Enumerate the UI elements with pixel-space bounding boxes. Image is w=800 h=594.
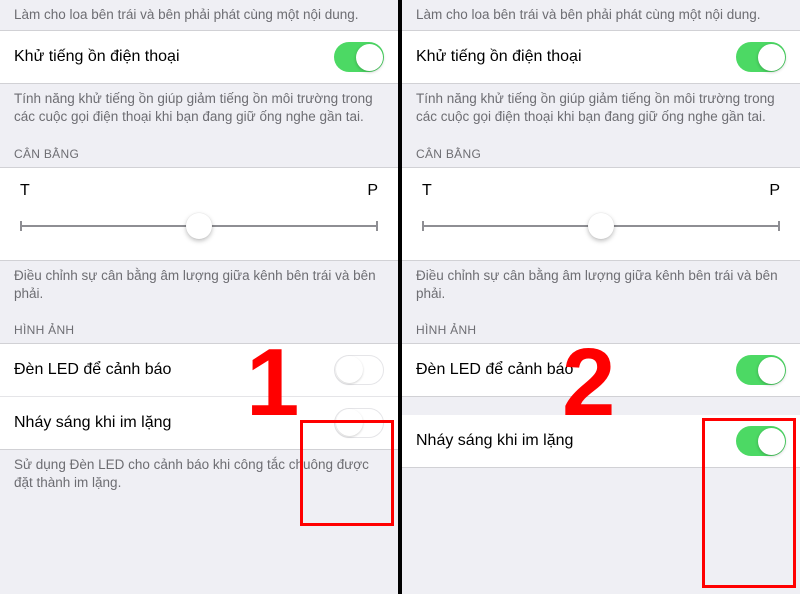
noise-cancel-label: Khử tiếng ồn điện thoại [14,48,180,66]
flash-silent-label: Nháy sáng khi im lặng [14,414,171,432]
balance-slider[interactable] [20,214,378,238]
balance-slider-thumb[interactable] [186,213,212,239]
balance-left-label: T [422,182,432,200]
panel-before: Làm cho loa bên trái và bên phải phát cù… [0,0,400,594]
led-alert-toggle[interactable] [334,355,384,385]
flash-silent-toggle[interactable] [334,408,384,438]
mono-audio-footer: Làm cho loa bên trái và bên phải phát cù… [402,0,800,30]
noise-cancel-row[interactable]: Khử tiếng ồn điện thoại [402,30,800,84]
noise-cancel-label: Khử tiếng ồn điện thoại [416,48,582,66]
led-alert-row[interactable]: Đèn LED để cảnh báo [0,343,398,396]
led-alert-row[interactable]: Đèn LED để cảnh báo [402,343,800,397]
image-header: HÌNH ẢNH [402,309,800,343]
balance-footer: Điều chỉnh sự cân bằng âm lượng giữa kên… [402,261,800,309]
balance-right-label: P [769,182,780,200]
led-footer: Sử dụng Đèn LED cho cảnh báo khi công tắ… [0,450,398,498]
flash-silent-row[interactable]: Nháy sáng khi im lặng [402,415,800,468]
balance-slider-thumb[interactable] [588,213,614,239]
noise-cancel-toggle[interactable] [334,42,384,72]
flash-silent-label: Nháy sáng khi im lặng [416,432,573,450]
balance-slider-block: T P [402,167,800,261]
noise-cancel-row[interactable]: Khử tiếng ồn điện thoại [0,30,398,84]
balance-slider-block: T P [0,167,398,261]
balance-right-label: P [367,182,378,200]
balance-left-label: T [20,182,30,200]
balance-slider[interactable] [422,214,780,238]
led-alert-toggle[interactable] [736,355,786,385]
balance-footer: Điều chỉnh sự cân bằng âm lượng giữa kên… [0,261,398,309]
image-header: HÌNH ẢNH [0,309,398,343]
mono-audio-footer: Làm cho loa bên trái và bên phải phát cù… [0,0,398,30]
noise-cancel-footer: Tính năng khử tiếng ồn giúp giảm tiếng ồ… [402,84,800,132]
noise-cancel-toggle[interactable] [736,42,786,72]
noise-cancel-footer: Tính năng khử tiếng ồn giúp giảm tiếng ồ… [0,84,398,132]
flash-silent-toggle[interactable] [736,426,786,456]
led-alert-label: Đèn LED để cảnh báo [416,361,573,379]
led-alert-label: Đèn LED để cảnh báo [14,361,171,379]
balance-header: CÂN BẰNG [0,133,398,167]
flash-silent-row[interactable]: Nháy sáng khi im lặng [0,396,398,450]
panel-after: Làm cho loa bên trái và bên phải phát cù… [400,0,800,594]
balance-header: CÂN BẰNG [402,133,800,167]
